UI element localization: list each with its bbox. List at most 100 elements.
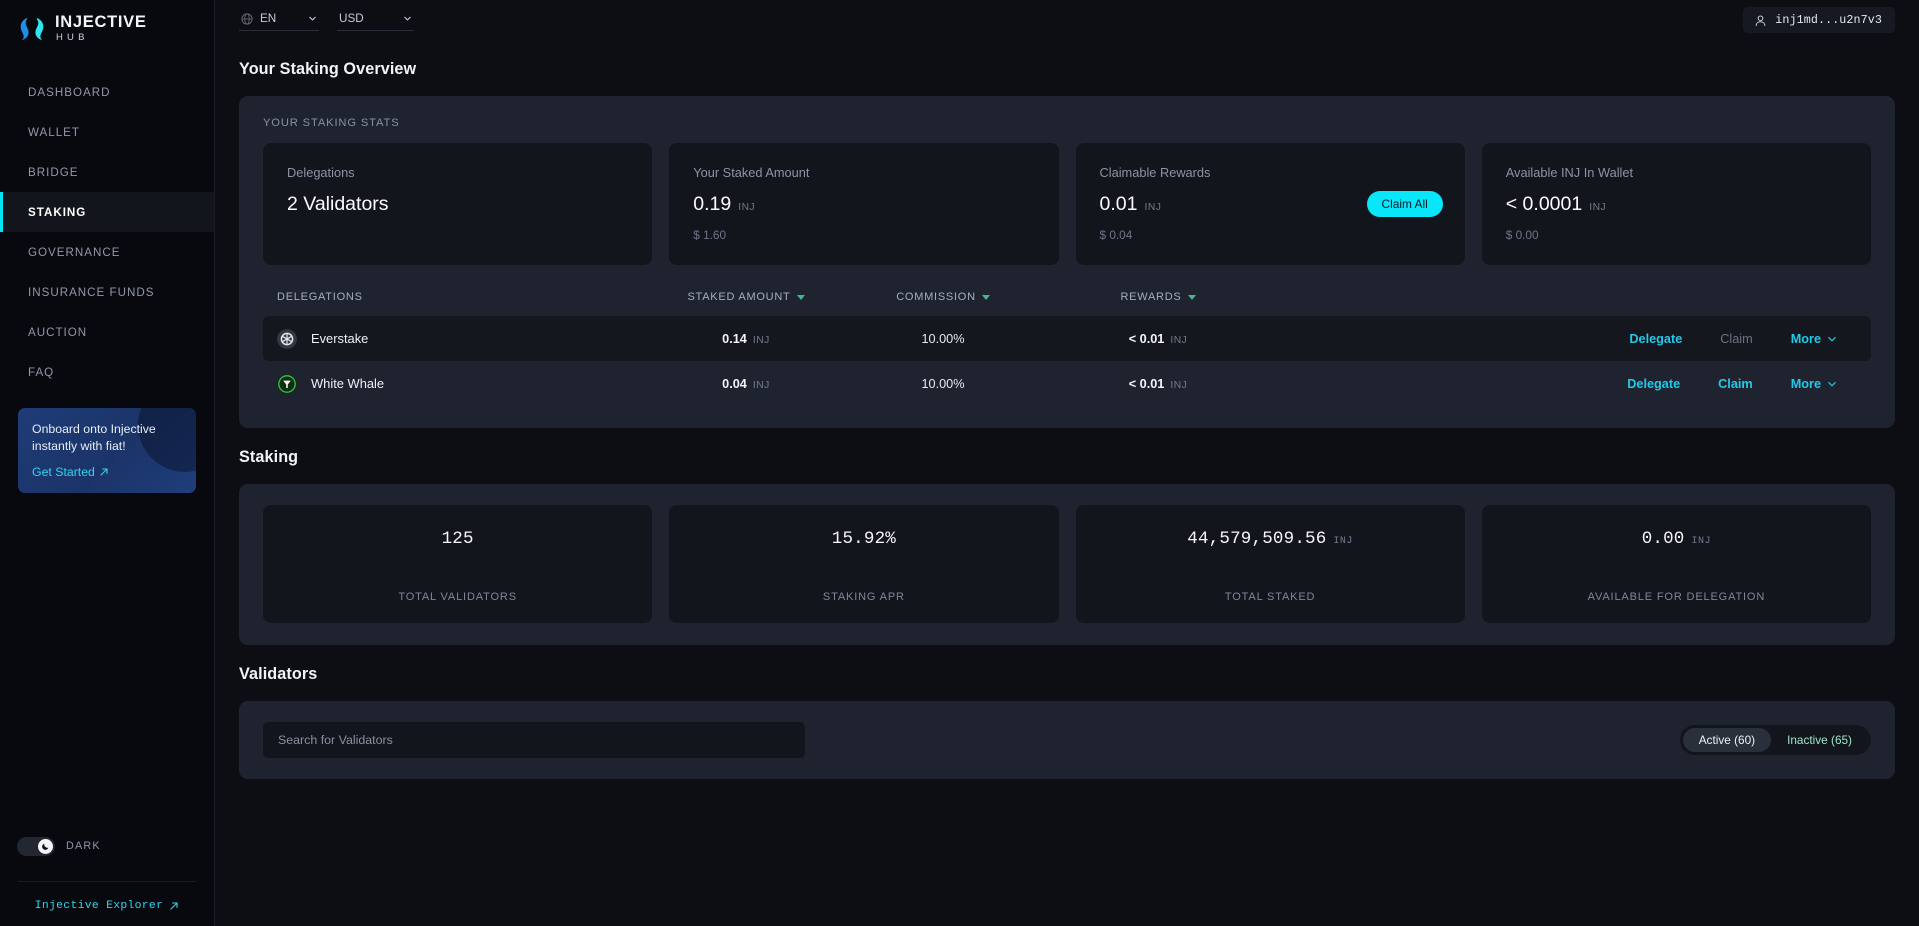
stat-label: Available INJ In Wallet — [1505, 165, 1634, 180]
more-button[interactable]: More — [1791, 332, 1837, 346]
everstake-avatar-icon — [277, 328, 297, 349]
delegate-button[interactable]: Delegate — [1627, 377, 1680, 391]
explorer-label: Injective Explorer — [34, 900, 164, 912]
external-link-arrow-icon — [170, 902, 178, 910]
column-header-commission[interactable]: COMMISSION — [843, 291, 1043, 303]
validator-name: Everstake — [311, 331, 369, 346]
chevron-down-icon — [309, 16, 316, 21]
promo-link-label: Get Started — [32, 464, 95, 479]
main-content: EN USD inj1md...u2n7v3 Your Staking Over… — [215, 0, 1919, 926]
staking-heading: Staking — [239, 448, 299, 466]
stat-value: 0.19 — [693, 193, 732, 215]
currency-value: USD — [339, 12, 364, 25]
sidebar-item-governance[interactable]: GOVERNANCE — [0, 232, 214, 272]
metric-value: 0.00 — [1641, 529, 1685, 549]
filter-inactive-button[interactable]: Inactive (65) — [1771, 728, 1868, 752]
claim-button[interactable]: Claim — [1718, 377, 1753, 391]
wallet-address-chip[interactable]: inj1md...u2n7v3 — [1743, 7, 1895, 33]
column-header-staked-amount[interactable]: STAKED AMOUNT — [649, 291, 843, 303]
stat-unit: INJ — [738, 202, 756, 213]
metric-label: TOTAL VALIDATORS — [398, 591, 517, 603]
sidebar-item-faq[interactable]: FAQ — [0, 352, 214, 392]
stat-card-delegations: Delegations 2 Validators — [263, 143, 653, 265]
sort-descending-icon — [1187, 294, 1196, 300]
sidebar-item-staking[interactable]: STAKING — [0, 192, 214, 232]
validator-name: White Whale — [311, 376, 385, 391]
table-row[interactable]: White Whale 0.04 INJ 10.00% < 0.01 INJ D… — [263, 361, 1871, 406]
sidebar-nav: DASHBOARD WALLET BRIDGE STAKING GOVERNAN… — [0, 72, 214, 392]
chevron-down-icon — [1828, 336, 1836, 341]
more-label: More — [1790, 376, 1821, 391]
stat-fiat-value: $ 0.04 — [1099, 228, 1133, 242]
validators-heading: Validators — [239, 665, 318, 683]
rewards-value: < 0.01 — [1128, 376, 1165, 391]
sidebar-footer: DARK Injective Explorer — [0, 829, 214, 926]
theme-toggle-row[interactable]: DARK — [0, 829, 214, 863]
sidebar-divider — [18, 881, 196, 882]
column-header-rewards[interactable]: REWARDS — [1043, 291, 1273, 303]
moon-icon — [41, 843, 48, 850]
theme-label: DARK — [66, 840, 101, 852]
rewards-cell: < 0.01 INJ — [1043, 377, 1273, 391]
sidebar-item-dashboard[interactable]: DASHBOARD — [0, 72, 214, 112]
brand-title: INJECTIVE — [55, 12, 147, 31]
top-bar: EN USD inj1md...u2n7v3 — [215, 0, 1919, 40]
column-label: COMMISSION — [896, 291, 976, 303]
metric-value: 125 — [441, 529, 474, 549]
staked-amount-unit: INJ — [752, 379, 770, 391]
staking-metrics-grid: 125 TOTAL VALIDATORS 15.92% STAKING APR … — [263, 505, 1871, 623]
stat-label: Delegations — [287, 165, 355, 180]
more-button[interactable]: More — [1791, 377, 1837, 391]
column-label: STAKED AMOUNT — [687, 291, 791, 303]
globe-icon — [241, 12, 253, 25]
sidebar-item-insurance-funds[interactable]: INSURANCE FUNDS — [0, 272, 214, 312]
claim-all-button[interactable]: Claim All — [1366, 191, 1443, 217]
claim-button[interactable]: Claim — [1720, 332, 1752, 346]
metric-value: 15.92% — [831, 529, 896, 549]
wallet-address: inj1md...u2n7v3 — [1775, 13, 1882, 27]
validator-cell: White Whale — [277, 373, 649, 394]
sidebar: INJECTIVE HUB DASHBOARD WALLET BRIDGE ST… — [0, 0, 215, 926]
page-scroll-area: Your Staking Overview YOUR STAKING STATS… — [215, 40, 1919, 926]
table-header-row: DELEGATIONS STAKED AMOUNT COMMISSION REW… — [263, 291, 1871, 316]
fiat-onboard-promo-card[interactable]: Onboard onto Injective instantly with fi… — [18, 408, 196, 493]
filter-active-button[interactable]: Active (60) — [1682, 728, 1772, 752]
rewards-unit: INJ — [1170, 379, 1188, 391]
dark-mode-toggle[interactable] — [17, 836, 55, 856]
currency-select[interactable]: USD — [337, 9, 414, 31]
sidebar-item-bridge[interactable]: BRIDGE — [0, 152, 214, 192]
search-input[interactable] — [263, 722, 805, 758]
column-label: REWARDS — [1120, 291, 1182, 303]
sort-descending-icon — [796, 294, 805, 300]
metric-card-available-for-delegation: 0.00 INJ AVAILABLE FOR DELEGATION — [1481, 505, 1871, 623]
stat-value: 2 Validators — [287, 193, 389, 215]
stat-unit: INJ — [1144, 202, 1162, 213]
user-icon — [1755, 14, 1766, 26]
validators-panel: Active (60) Inactive (65) — [239, 701, 1895, 779]
language-select[interactable]: EN — [239, 9, 319, 31]
injective-logo-icon — [20, 18, 44, 40]
table-row[interactable]: Everstake 0.14 INJ 10.00% < 0.01 INJ Del… — [263, 316, 1871, 361]
sidebar-item-auction[interactable]: AUCTION — [0, 312, 214, 352]
metric-unit: INJ — [1691, 536, 1712, 547]
injective-explorer-link[interactable]: Injective Explorer — [0, 900, 214, 912]
brand-logo[interactable]: INJECTIVE HUB — [0, 0, 214, 56]
external-link-arrow-icon — [100, 468, 108, 476]
sort-descending-icon — [981, 294, 990, 300]
brand-subtitle: HUB — [56, 32, 89, 43]
staking-overview-heading: Your Staking Overview — [239, 60, 417, 78]
stat-card-available-inj: Available INJ In Wallet < 0.0001 INJ $ 0… — [1481, 143, 1871, 265]
sidebar-item-wallet[interactable]: WALLET — [0, 112, 214, 152]
stat-card-staked-amount: Your Staked Amount 0.19 INJ $ 1.60 — [669, 143, 1059, 265]
metric-card-total-staked: 44,579,509.56 INJ TOTAL STAKED — [1075, 505, 1465, 623]
delegate-button[interactable]: Delegate — [1629, 332, 1682, 346]
metric-value: 44,579,509.56 — [1187, 529, 1327, 549]
validator-cell: Everstake — [277, 328, 649, 349]
metric-label: TOTAL STAKED — [1224, 591, 1316, 603]
rewards-unit: INJ — [1170, 334, 1188, 346]
validator-status-filter: Active (60) Inactive (65) — [1679, 725, 1871, 755]
column-header-delegations: DELEGATIONS — [277, 291, 649, 303]
staked-amount-cell: 0.14 INJ — [649, 332, 843, 346]
row-actions: Delegate Claim More — [1273, 377, 1871, 391]
promo-get-started-link[interactable]: Get Started — [32, 465, 109, 479]
